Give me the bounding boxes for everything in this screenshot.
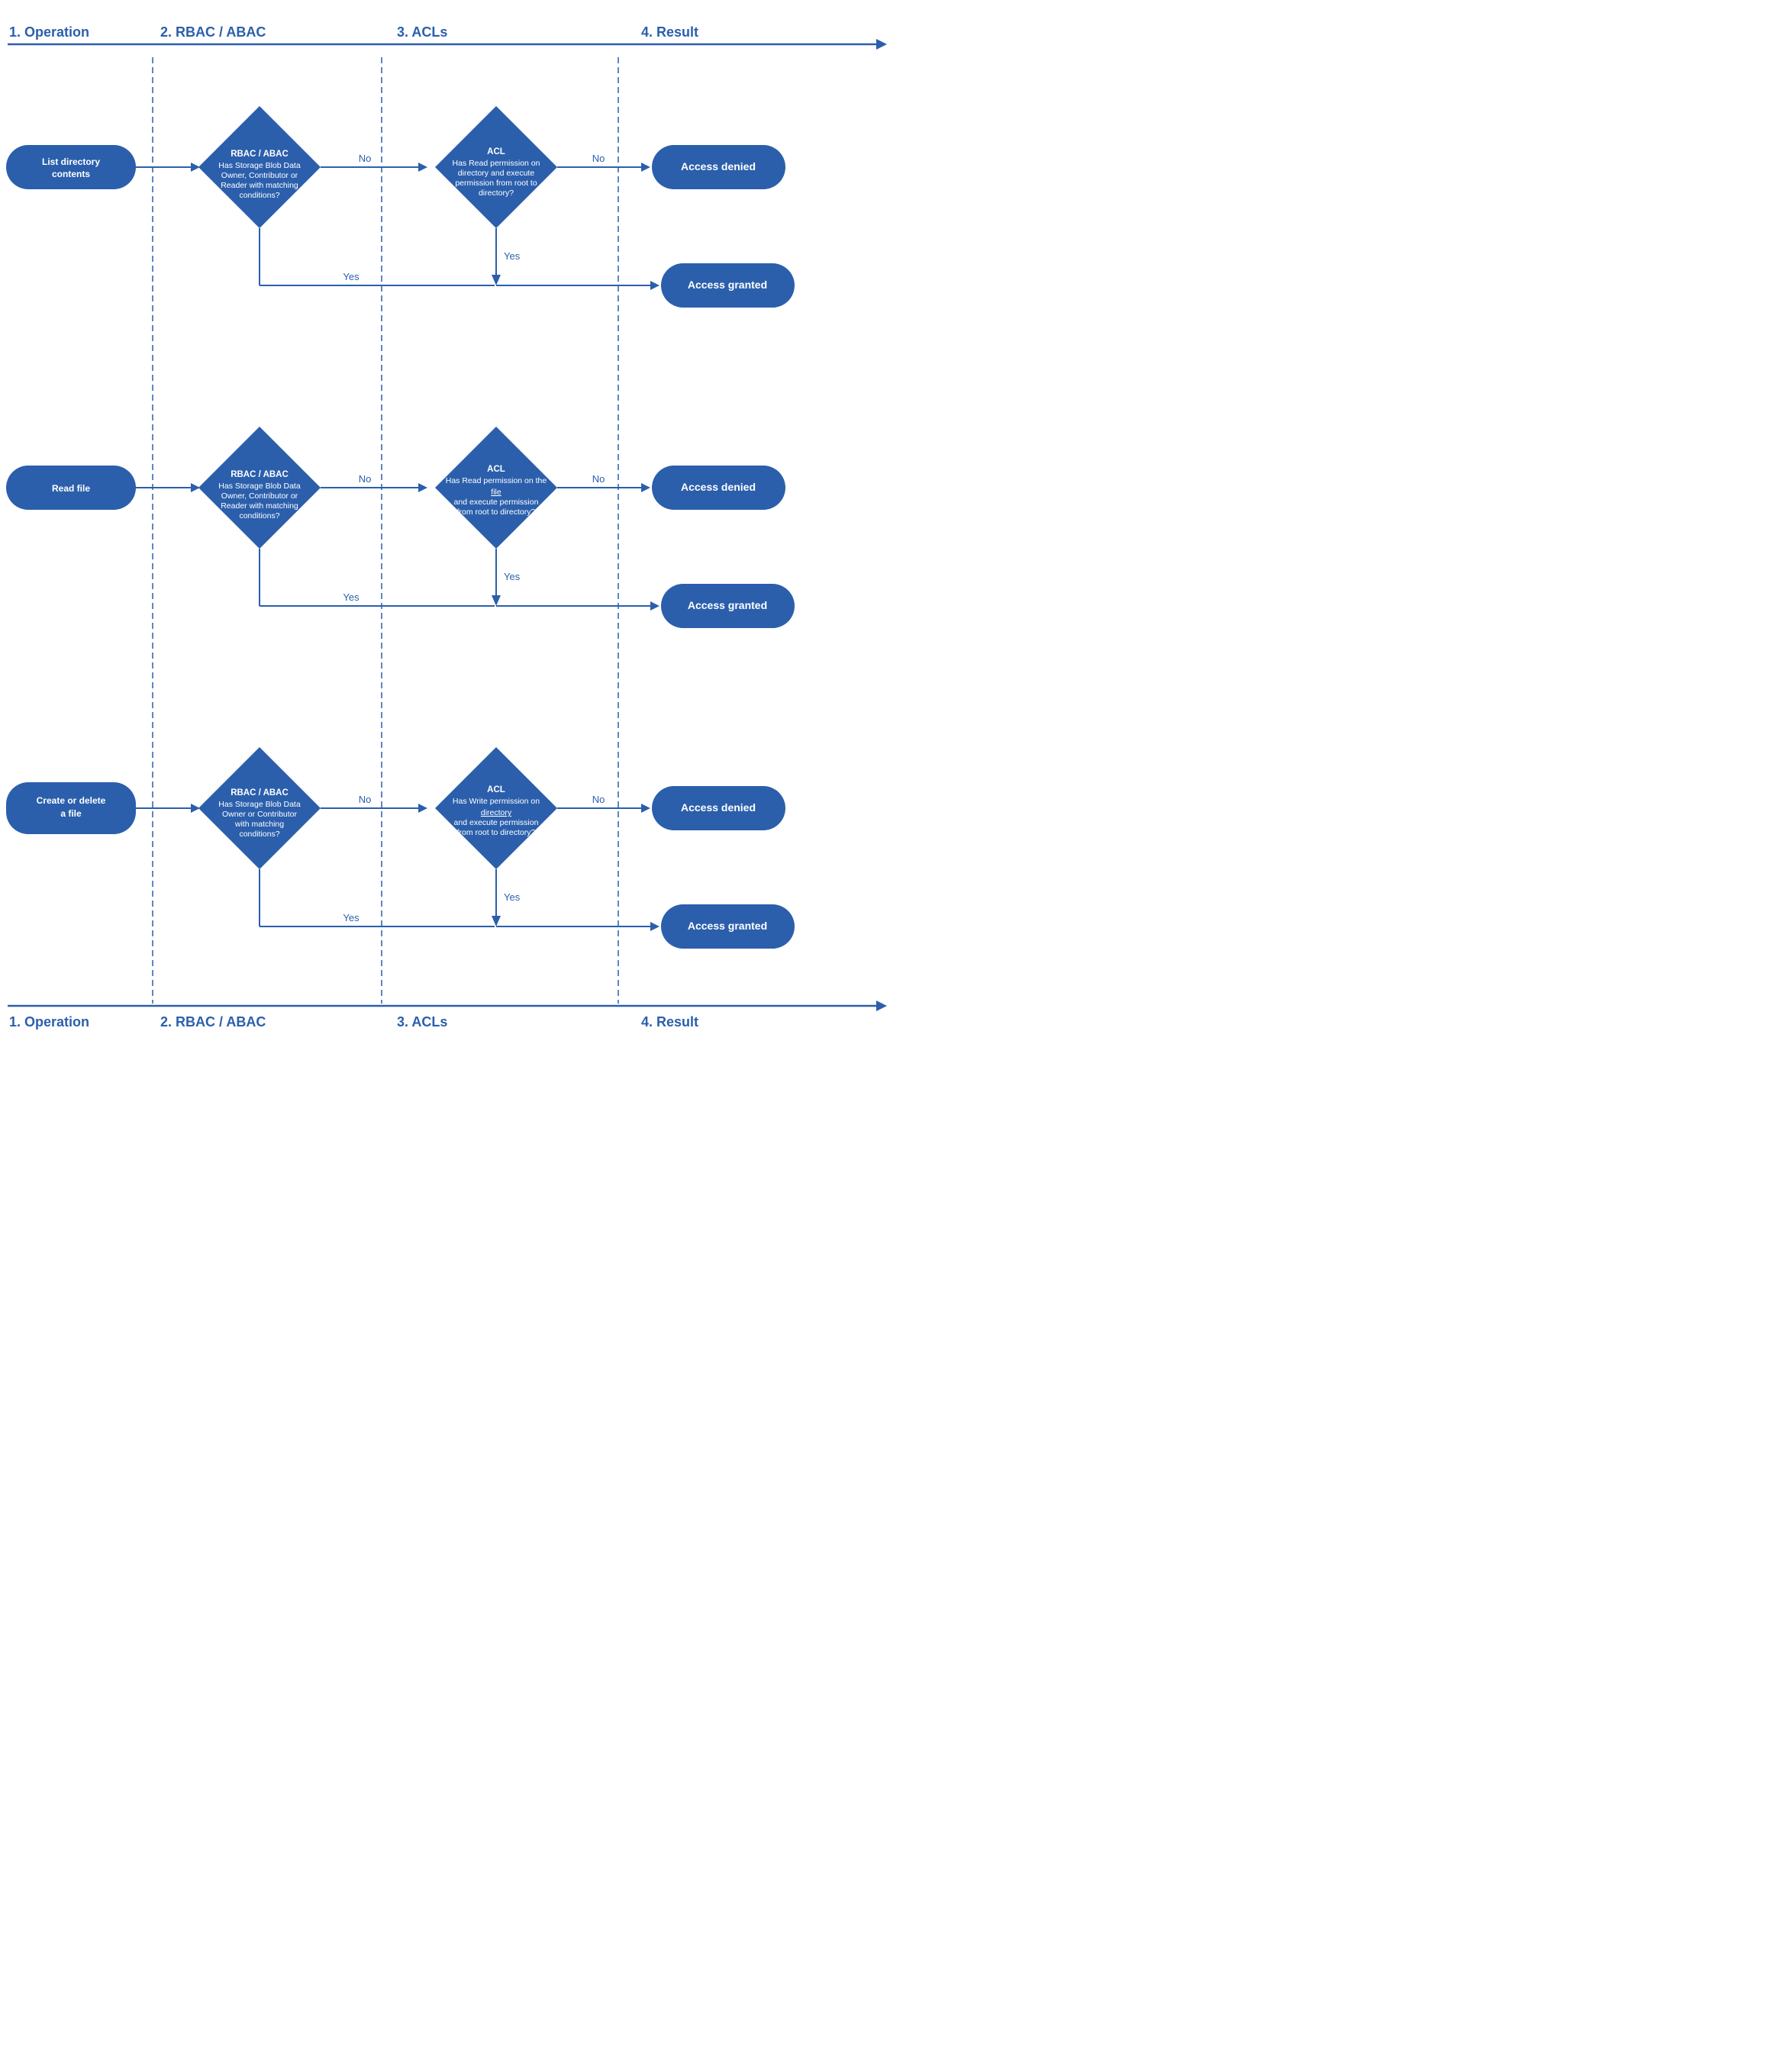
- svg-text:Has Read permission on the: Has Read permission on the: [446, 476, 547, 485]
- diagram-container: 1. Operation 2. RBAC / ABAC 3. ACLs 4. R…: [0, 0, 890, 1067]
- svg-text:directory: directory: [481, 808, 512, 817]
- svg-text:from root to directory?: from root to directory?: [457, 508, 536, 517]
- svg-text:ACL: ACL: [487, 465, 505, 474]
- svg-text:RBAC / ABAC: RBAC / ABAC: [231, 788, 289, 798]
- svg-text:and execute permission: and execute permission: [454, 818, 539, 827]
- svg-text:Has Write permission on: Has Write permission on: [453, 797, 540, 806]
- col2-footer: 2. RBAC / ABAC: [160, 1014, 266, 1030]
- svg-text:from root to directory?: from root to directory?: [457, 828, 536, 837]
- svg-text:Yes: Yes: [504, 250, 521, 262]
- svg-text:ACL: ACL: [487, 147, 505, 156]
- svg-text:Has Storage Blob Data: Has Storage Blob Data: [218, 161, 301, 170]
- svg-text:RBAC / ABAC: RBAC / ABAC: [231, 470, 289, 479]
- svg-text:conditions?: conditions?: [239, 830, 279, 839]
- op3-label: Create or delete: [37, 795, 106, 806]
- svg-text:Yes: Yes: [343, 591, 360, 603]
- svg-text:No: No: [592, 794, 605, 805]
- op1-label2: contents: [52, 169, 90, 179]
- svg-text:Owner, Contributor or: Owner, Contributor or: [221, 491, 298, 501]
- denied2-label: Access denied: [681, 481, 756, 493]
- col3-header: 3. ACLs: [397, 24, 447, 40]
- svg-text:directory?: directory?: [479, 189, 514, 198]
- col2-header: 2. RBAC / ABAC: [160, 24, 266, 40]
- svg-text:ACL: ACL: [487, 785, 505, 794]
- svg-text:Yes: Yes: [504, 891, 521, 903]
- op3-label2: a file: [60, 808, 82, 819]
- svg-text:No: No: [359, 794, 372, 805]
- svg-text:Reader with matching: Reader with matching: [221, 501, 298, 511]
- svg-text:Yes: Yes: [343, 271, 360, 282]
- svg-text:Yes: Yes: [504, 571, 521, 582]
- col3-footer: 3. ACLs: [397, 1014, 447, 1030]
- svg-text:Owner or Contributor: Owner or Contributor: [222, 810, 298, 819]
- svg-text:conditions?: conditions?: [239, 511, 279, 520]
- svg-text:No: No: [592, 473, 605, 485]
- col1-header: 1. Operation: [9, 24, 89, 40]
- svg-text:No: No: [359, 473, 372, 485]
- svg-text:conditions?: conditions?: [239, 191, 279, 200]
- svg-text:Owner, Contributor or: Owner, Contributor or: [221, 171, 298, 180]
- granted1-label: Access granted: [688, 279, 767, 291]
- svg-text:Has Read permission on: Has Read permission on: [453, 159, 540, 168]
- granted3-label: Access granted: [688, 920, 767, 932]
- denied3-label: Access denied: [681, 801, 756, 814]
- denied1-label: Access denied: [681, 160, 756, 172]
- svg-text:with matching: with matching: [234, 820, 284, 829]
- col4-footer: 4. Result: [641, 1014, 698, 1030]
- granted2-label: Access granted: [688, 599, 767, 611]
- col4-header: 4. Result: [641, 24, 698, 40]
- svg-text:permission from root to: permission from root to: [455, 179, 537, 188]
- svg-text:file: file: [491, 488, 501, 497]
- svg-text:Has Storage Blob Data: Has Storage Blob Data: [218, 482, 301, 491]
- svg-text:Yes: Yes: [343, 912, 360, 923]
- svg-text:Reader with matching: Reader with matching: [221, 181, 298, 190]
- op2-label: Read file: [52, 483, 90, 494]
- svg-text:directory and execute: directory and execute: [458, 169, 535, 178]
- svg-text:and execute permission: and execute permission: [454, 498, 539, 507]
- op1-label: List directory: [42, 156, 100, 167]
- svg-text:RBAC / ABAC: RBAC / ABAC: [231, 150, 289, 159]
- col1-footer: 1. Operation: [9, 1014, 89, 1030]
- svg-text:Has Storage Blob Data: Has Storage Blob Data: [218, 800, 301, 809]
- svg-text:No: No: [592, 153, 605, 164]
- svg-text:No: No: [359, 153, 372, 164]
